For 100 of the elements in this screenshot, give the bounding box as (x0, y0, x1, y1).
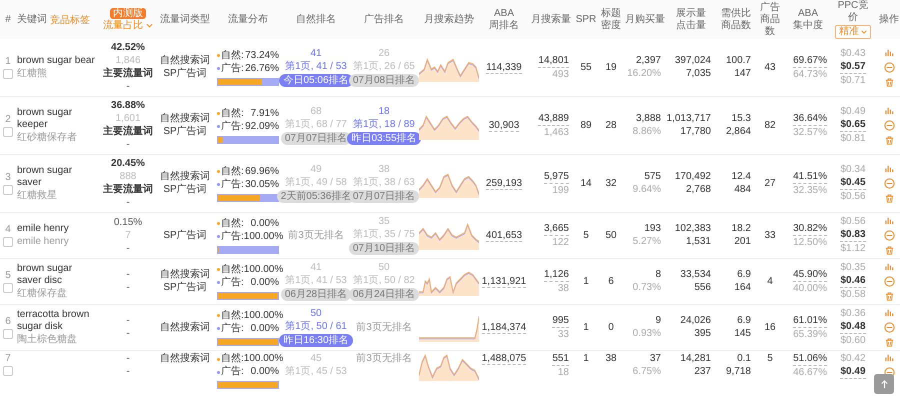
no-rank-text: 前3页无排名 (356, 322, 412, 334)
ad-product-count: 16 (764, 322, 776, 333)
ad-dot-icon (217, 125, 220, 128)
keyword-translation: 红糖救星 (17, 190, 57, 202)
bar-chart-icon[interactable] (884, 48, 894, 57)
sort-caret-icon[interactable] (146, 23, 153, 28)
rank-page-text: 第1页, 50 / 61 (285, 321, 347, 333)
column-header: ABA 集中度 (793, 8, 823, 32)
purchase-rate-value: 9.64% (632, 184, 661, 196)
rank-page-text: 第1页, 26 / 65 (353, 61, 415, 73)
natural-share: 100.00% (244, 264, 284, 276)
trash-icon[interactable] (884, 338, 894, 347)
keyword-type-text: 自然搜索词 (160, 322, 210, 334)
ppc-bid-value: $1.12 (840, 243, 866, 255)
keyword-type-text: SP广告词 (163, 126, 207, 138)
bar-chart-icon[interactable] (884, 308, 894, 317)
ad-share: 0.00% (250, 276, 279, 288)
monthly-purchases-value: 3,888 (636, 113, 661, 125)
aba-concentration-secondary: 46.67% (793, 367, 827, 379)
caret-icon[interactable] (861, 30, 867, 34)
natural-dot-icon (217, 358, 220, 360)
supply-ratio-value: 0.1 (737, 353, 751, 365)
trash-icon[interactable] (884, 246, 894, 255)
traffic-share-text: - (126, 81, 130, 93)
title-density-value: 6 (608, 276, 614, 287)
natural-share: 100.00% (244, 310, 284, 322)
keyword-text: brown sugar keeper (17, 107, 74, 131)
row-number: 3 (5, 172, 11, 184)
trash-icon[interactable] (884, 136, 894, 145)
trash-icon[interactable] (884, 78, 894, 87)
monthly-search-value: 3,665 (544, 222, 569, 236)
impressions-value: 397,024 (674, 55, 711, 67)
row-checkbox[interactable] (3, 366, 13, 376)
traffic-share-text: - (126, 242, 130, 254)
keyword-translation: emile henry (17, 236, 69, 248)
aba-concentration-secondary: 12.50% (793, 236, 827, 248)
row-checkbox[interactable] (3, 237, 13, 247)
aba-rank-value: 114,339 (486, 62, 522, 74)
natural-label: 自然: (221, 310, 244, 322)
monthly-purchases-value: 8 (655, 269, 661, 281)
ad-label: 广告: (221, 322, 244, 334)
bar-chart-icon[interactable] (884, 164, 894, 173)
keyword-type-text: 自然搜索词 (160, 269, 210, 281)
natural-dot-icon (217, 268, 220, 271)
keyword-type-text: 自然搜索词 (160, 113, 210, 125)
minus-circle-icon[interactable] (884, 367, 894, 378)
ppc-bid-value: $0.34 (840, 164, 866, 176)
purchase-rate-value: 0.73% (632, 282, 661, 294)
minus-circle-icon[interactable] (884, 276, 894, 287)
column-header: 月搜索量 (531, 14, 571, 26)
ppc-bid-value: $0.83 (840, 229, 866, 242)
ad-product-count: 33 (764, 230, 776, 241)
minus-circle-icon[interactable] (884, 62, 894, 73)
row-checkbox[interactable] (3, 69, 13, 79)
rank-position: 45 (310, 353, 322, 365)
traffic-share-text: - (126, 366, 130, 378)
bar-chart-icon[interactable] (884, 216, 894, 225)
rank-position: 26 (378, 48, 390, 60)
arrow-up-icon[interactable] (880, 380, 888, 388)
minus-circle-icon[interactable] (884, 178, 894, 189)
ad-share: 92.09% (245, 120, 279, 132)
no-rank-text: 前3页无排名 (356, 353, 412, 365)
aba-concentration-value: 61.01% (793, 314, 827, 328)
spr-value: 1 (583, 353, 589, 364)
traffic-share-text: - (126, 315, 130, 327)
row-checkbox[interactable] (3, 185, 13, 195)
trash-icon[interactable] (884, 292, 894, 301)
column-header[interactable]: 流量占比 (103, 20, 143, 32)
column-header: 展示量 点击量 (676, 8, 706, 32)
bar-chart-icon[interactable] (884, 106, 894, 115)
purchase-rate-value: 16.20% (627, 68, 661, 80)
ad-product-count: 43 (764, 62, 776, 73)
natural-dot-icon (217, 112, 220, 115)
match-type-dropdown[interactable]: 精准 (835, 25, 871, 39)
traffic-share-text: - (126, 139, 130, 151)
bar-chart-icon[interactable] (884, 353, 894, 362)
minus-circle-icon[interactable] (884, 120, 894, 131)
natural-dot-icon (217, 170, 220, 173)
monthly-purchases-value: 2,397 (636, 55, 661, 67)
minus-circle-icon[interactable] (884, 322, 894, 333)
column-header: 流量分布 (228, 14, 268, 26)
traffic-share-text: 36.88% (111, 100, 145, 112)
competitor-tag-link[interactable]: 竞品标签 (50, 12, 90, 26)
traffic-share-text: - (126, 328, 130, 340)
rank-position: 38 (378, 164, 390, 176)
ad-dot-icon (217, 67, 220, 70)
row-checkbox[interactable] (3, 283, 13, 293)
ppc-bid-value: $0.46 (840, 275, 866, 288)
row-checkbox[interactable] (3, 329, 13, 339)
column-header: 月购买量 (625, 14, 665, 26)
supply-ratio-value: 6.9 (737, 269, 751, 281)
minus-circle-icon[interactable] (884, 230, 894, 241)
back-to-top-button[interactable] (874, 374, 894, 394)
row-checkbox[interactable] (3, 127, 13, 137)
daily-search-value: 38 (558, 282, 569, 294)
traffic-share-text: - (126, 269, 130, 281)
trash-icon[interactable] (884, 194, 894, 203)
impressions-value: 33,534 (680, 269, 711, 281)
bar-chart-icon[interactable] (884, 262, 894, 271)
traffic-share-text: 20.45% (111, 158, 145, 170)
